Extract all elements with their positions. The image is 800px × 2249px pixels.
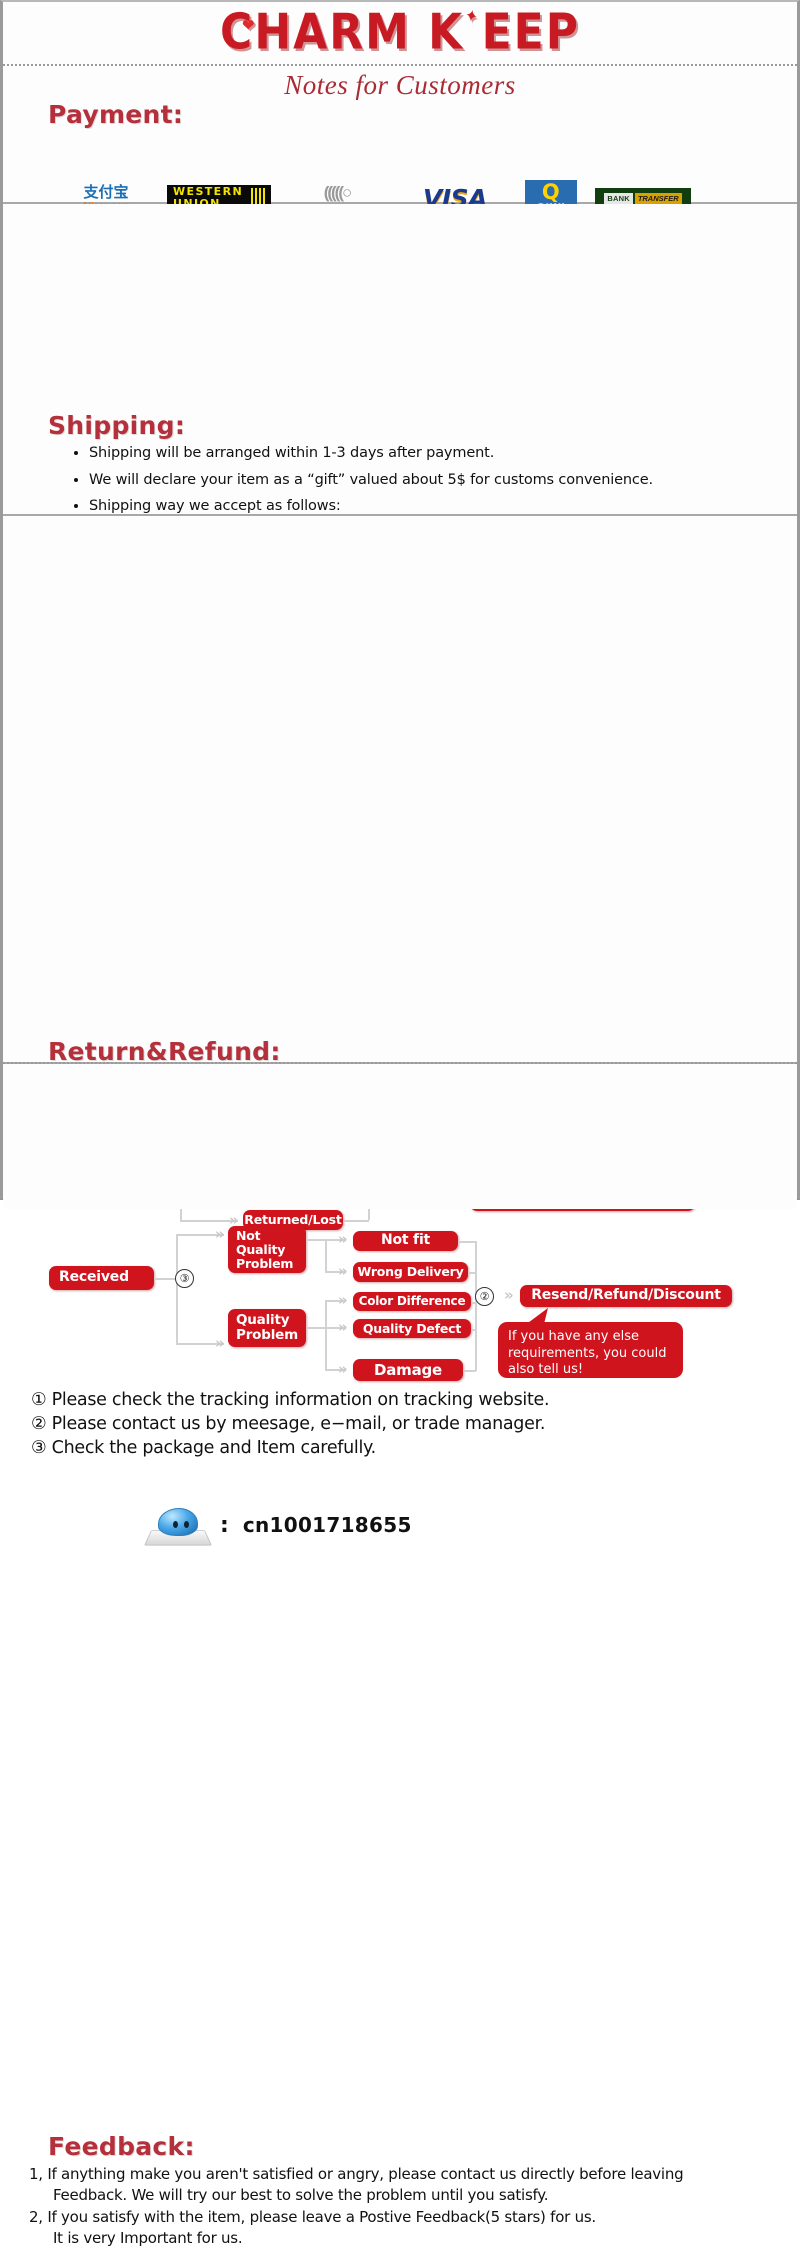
flow-box-not-fit: Not fit — [353, 1231, 458, 1251]
flow-box-color-difference: Color Difference — [353, 1292, 471, 1311]
flow-arrow-icon: » — [215, 1334, 225, 1352]
alipay-cn-label: 支付宝 — [83, 182, 129, 201]
heart-icon: ❤ — [242, 15, 257, 36]
contact-row: : cn1001718655 — [143, 1504, 412, 1546]
flow-marker-2b: ② — [475, 1287, 494, 1306]
flow-line — [468, 1272, 476, 1274]
feedback-line: 1, If anything make you aren't satisfied… — [29, 2165, 684, 2183]
flow-line — [475, 1241, 477, 1371]
eye-icon — [173, 1521, 178, 1528]
contact-id: cn1001718655 — [242, 1513, 412, 1537]
feedback-line: It is very Important for us. — [53, 2228, 243, 2247]
returns-note: ② Please contact us by meesage, e−mail, … — [31, 1414, 546, 1434]
feedback-title: Feedback: — [48, 2132, 195, 2161]
flow-arrow-icon: » — [338, 1360, 348, 1378]
flow-line — [176, 1234, 178, 1344]
flow-line — [154, 1278, 177, 1280]
page-subtitle: Notes for Customers — [284, 70, 516, 100]
flow-arrow-icon: » — [338, 1230, 348, 1248]
contact-separator: : — [220, 1512, 229, 1538]
flow-box-received: Received — [49, 1266, 154, 1290]
brand-header: CHARM K EEP ❤ ✦ — [3, 2, 797, 66]
eye-icon — [184, 1521, 189, 1528]
feedback-line: Feedback. We will try our best to solve … — [53, 2186, 549, 2205]
flow-box-resend-refund-discount: Resend/Refund/Discount — [520, 1285, 732, 1307]
shipping-bullet: Shipping way we accept as follows: — [89, 498, 789, 514]
flow-box-damage: Damage — [353, 1359, 463, 1381]
returns-note: ① Please check the tracking information … — [31, 1390, 550, 1410]
bank-transfer-part2: TRANSFER — [634, 192, 682, 204]
bank-transfer-part1: BANK — [604, 192, 633, 204]
flow-arrow-icon: » — [215, 1225, 225, 1243]
flow-arrow-icon: » — [338, 1318, 348, 1336]
payment-title: Payment: — [48, 100, 184, 129]
returns-note: ③ Check the package and Item carefully. — [31, 1438, 376, 1458]
moneybookers-marks: (((((○ — [323, 183, 353, 202]
aliwangwang-icon — [143, 1504, 213, 1546]
shipping-title: Shipping: — [48, 411, 186, 440]
payment-section: Notes for Customers Payment: 支付宝 Alipay.… — [3, 66, 797, 241]
not-quality-problem-line2: Quality — [236, 1241, 286, 1257]
flow-box-wrong-delivery: Wrong Delivery — [353, 1262, 468, 1282]
flow-box-quality-defect: Quality Defect — [353, 1319, 471, 1338]
flow-callout: If you have any else requirements, you c… — [498, 1322, 683, 1378]
flow-box-not-quality-problem: Not Quality Problem — [228, 1226, 306, 1273]
shipping-section: Shipping: Shipping will be arranged with… — [3, 204, 797, 707]
notes-for-customers-page: CHARM K EEP ❤ ✦ Notes for Customers Paym… — [0, 0, 800, 2247]
shipping-bullet: Shipping will be arranged within 1-3 day… — [89, 445, 789, 461]
not-quality-problem-line3: Problem — [236, 1255, 294, 1271]
flow-line — [463, 1370, 476, 1372]
flow-arrow-icon: » — [338, 1262, 348, 1280]
feedback-lines: 1, If anything make you aren't satisfied… — [29, 2164, 789, 2249]
flow-arrow-icon: » — [504, 1286, 514, 1304]
feedback-line: 2, If you satisfy with the item, please … — [29, 2207, 596, 2226]
moneybookers-arcs: ((((( — [323, 183, 344, 202]
quality-problem-line1: Quality — [236, 1311, 290, 1328]
feedback-section: Feedback: 1, If anything make you aren't… — [3, 1062, 797, 2247]
flow-line — [306, 1327, 326, 1329]
flow-line — [306, 1239, 326, 1241]
not-quality-problem-line1: Not — [236, 1227, 261, 1243]
flow-line — [471, 1329, 476, 1331]
flow-line — [458, 1241, 476, 1243]
feedback-divider — [3, 1062, 797, 1064]
qiwi-mark: Q — [541, 180, 561, 204]
flow-line — [325, 1300, 327, 1370]
flow-box-quality-problem: Quality Problem — [228, 1309, 306, 1347]
returns-notes: ① Please check the tracking information … — [31, 1390, 550, 1462]
flow-line — [325, 1239, 327, 1272]
shipping-bullet: We will declare your item as a “gift” va… — [89, 472, 789, 488]
spark-icon: ✦ — [463, 4, 482, 28]
quality-problem-line2: Problem — [236, 1327, 298, 1343]
brand-logo: CHARM K EEP ❤ ✦ — [220, 4, 580, 57]
flow-marker-3: ③ — [175, 1269, 194, 1288]
flow-line — [471, 1302, 476, 1304]
brand-logo-text: CHARM K EEP — [220, 3, 580, 61]
shipping-bullets: Shipping will be arranged within 1-3 day… — [71, 445, 789, 525]
page-inner: CHARM K EEP ❤ ✦ Notes for Customers Paym… — [3, 2, 797, 2247]
wangwang-face-icon — [158, 1508, 198, 1536]
flow-arrow-icon: » — [338, 1291, 348, 1309]
flow-line — [343, 1220, 369, 1222]
return-refund-section: Return&Refund: Please check the package … — [3, 516, 797, 1546]
